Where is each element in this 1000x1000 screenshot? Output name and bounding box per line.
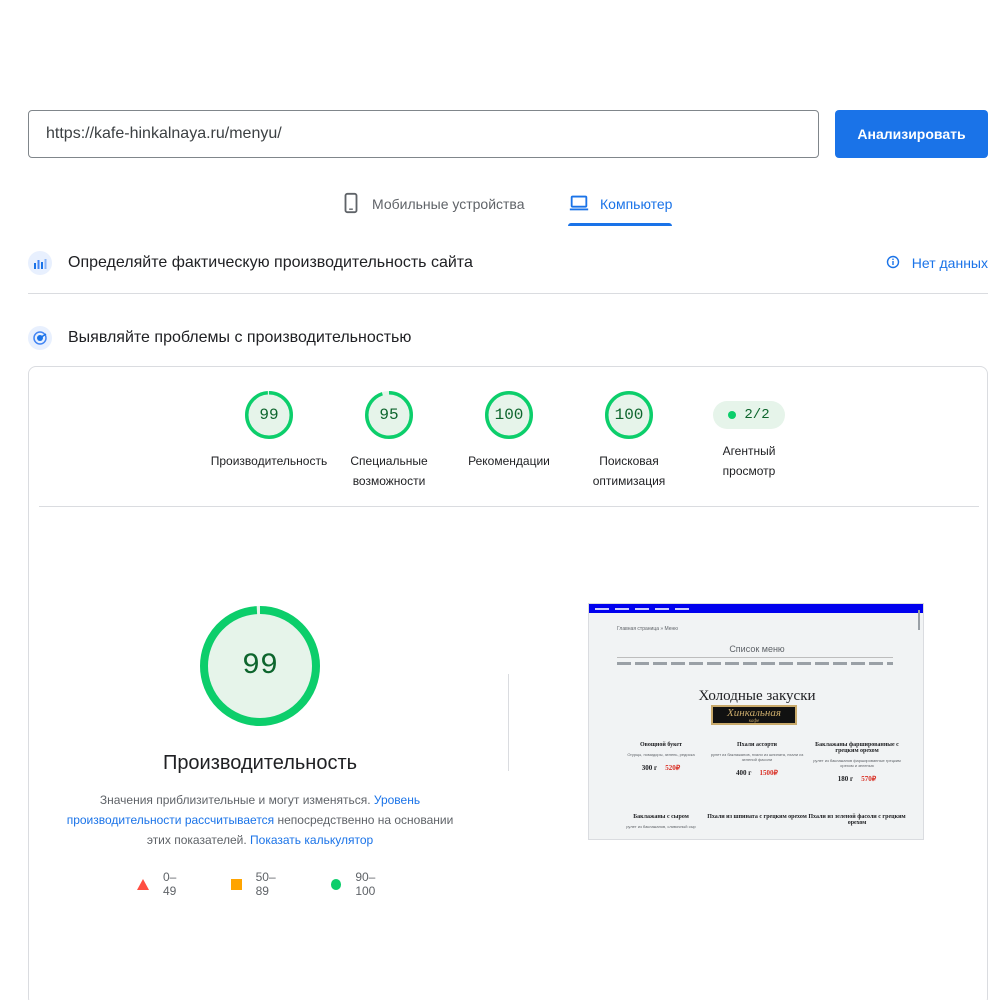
screenshot-scrollbar	[918, 610, 920, 630]
screenshot-logo: Хинкальная кафе	[711, 705, 797, 725]
screenshot-menu-title: Список меню	[729, 644, 785, 654]
field-data-title: Определяйте фактическую производительнос…	[68, 254, 473, 271]
legend-average: 50–89	[255, 870, 276, 898]
tab-desktop[interactable]: Компьютер	[568, 182, 673, 226]
field-data-header: Определяйте фактическую производительнос…	[28, 248, 988, 278]
legend-fail: 0–49	[163, 870, 177, 898]
page-screenshot[interactable]: Главная страница » Меню Список меню Холо…	[588, 603, 924, 840]
score-value: 100	[494, 406, 524, 424]
no-data-link[interactable]: Нет данных	[886, 248, 988, 278]
active-tab-indicator	[568, 223, 673, 226]
performance-explanation: Значения приблизительные и могут изменят…	[66, 793, 454, 847]
score-circle: 100	[605, 391, 653, 439]
average-square-icon	[231, 878, 242, 890]
agentic-score-pill: 2/2	[713, 401, 785, 429]
gauge-label: Производительность	[210, 454, 328, 468]
screenshot-nav-bar	[589, 604, 923, 613]
score-legend: 0–49 50–89 90–100	[137, 870, 437, 898]
screenshot-menu-item: Пхали из шпината с грецким орехом	[707, 814, 807, 820]
performance-score: 99	[241, 649, 278, 683]
gauge-best-practices[interactable]: 100 Рекомендации	[449, 391, 569, 471]
section-divider	[28, 293, 988, 294]
gauge-seo[interactable]: 100 Поисковая оптимизация	[569, 391, 689, 491]
screenshot-menu-item: Баклажаны с сыром рулет из баклажанов, с…	[626, 814, 696, 829]
lighthouse-icon	[28, 326, 52, 350]
gauge-label: Специальные возможности	[350, 454, 428, 488]
screenshot-menu-item: Овощной букет Огурцы, помидоры, зелень, …	[627, 742, 695, 772]
screenshot-menu-item: Баклажаны фаршированные с грецким орехом…	[813, 742, 901, 783]
legend-pass: 90–100	[355, 870, 376, 898]
vertical-divider	[508, 674, 509, 771]
screenshot-category-links	[617, 662, 893, 665]
gauge-accessibility[interactable]: 95 Специальные возможности	[329, 391, 449, 491]
score-value: 95	[379, 406, 399, 424]
screenshot-menu-item: Пхали ассорти рулет из баклажанов, пхали…	[710, 742, 804, 777]
device-tabs: Мобильные устройства Компьютер	[0, 182, 1000, 226]
no-data-label: Нет данных	[911, 255, 988, 271]
pass-circle-icon	[330, 878, 342, 890]
score-value: 100	[614, 406, 644, 424]
gauge-label: Агентный просмотр	[722, 444, 776, 478]
performance-big-gauge: 99	[200, 606, 320, 726]
fail-triangle-icon	[137, 878, 149, 890]
screenshot-menu-item: Пхали из зеленой фасоли с грецким орехом	[808, 814, 906, 826]
gauge-performance[interactable]: 99 Производительность	[209, 391, 329, 471]
url-input[interactable]	[28, 110, 819, 158]
users-chart-icon	[28, 251, 52, 275]
score-value: 99	[259, 406, 279, 424]
analyze-button[interactable]: Анализировать	[835, 110, 988, 158]
performance-title: Производительность	[162, 752, 358, 774]
score-circle: 95	[365, 391, 413, 439]
score-value: 2/2	[744, 407, 770, 423]
score-circle: 99	[245, 391, 293, 439]
tab-desktop-label: Компьютер	[600, 196, 673, 212]
screenshot-breadcrumb: Главная страница » Меню	[617, 626, 679, 632]
screenshot-rule	[617, 657, 893, 658]
lab-data-header: Выявляйте проблемы с производительностью	[28, 323, 988, 353]
pass-dot-icon	[728, 411, 737, 419]
gauge-agentic-browsing[interactable]: 2/2 Агентный просмотр	[689, 391, 809, 481]
tab-mobile-label: Мобильные устройства	[372, 196, 525, 212]
tab-mobile[interactable]: Мобильные устройства	[340, 182, 525, 226]
gauge-label: Поисковая оптимизация	[592, 454, 666, 488]
info-icon	[886, 255, 900, 272]
lab-data-title: Выявляйте проблемы с производительностью	[68, 329, 412, 346]
gauge-label: Рекомендации	[468, 454, 550, 468]
card-divider	[39, 506, 979, 507]
calculator-link[interactable]: Показать калькулятор	[250, 833, 373, 847]
report-card: 99 Производительность 95 Специальные возм…	[28, 366, 988, 1000]
score-circle: 100	[485, 391, 533, 439]
laptop-icon	[568, 192, 590, 217]
smartphone-icon	[340, 192, 362, 217]
screenshot-heading: Холодные закуски	[698, 688, 816, 704]
